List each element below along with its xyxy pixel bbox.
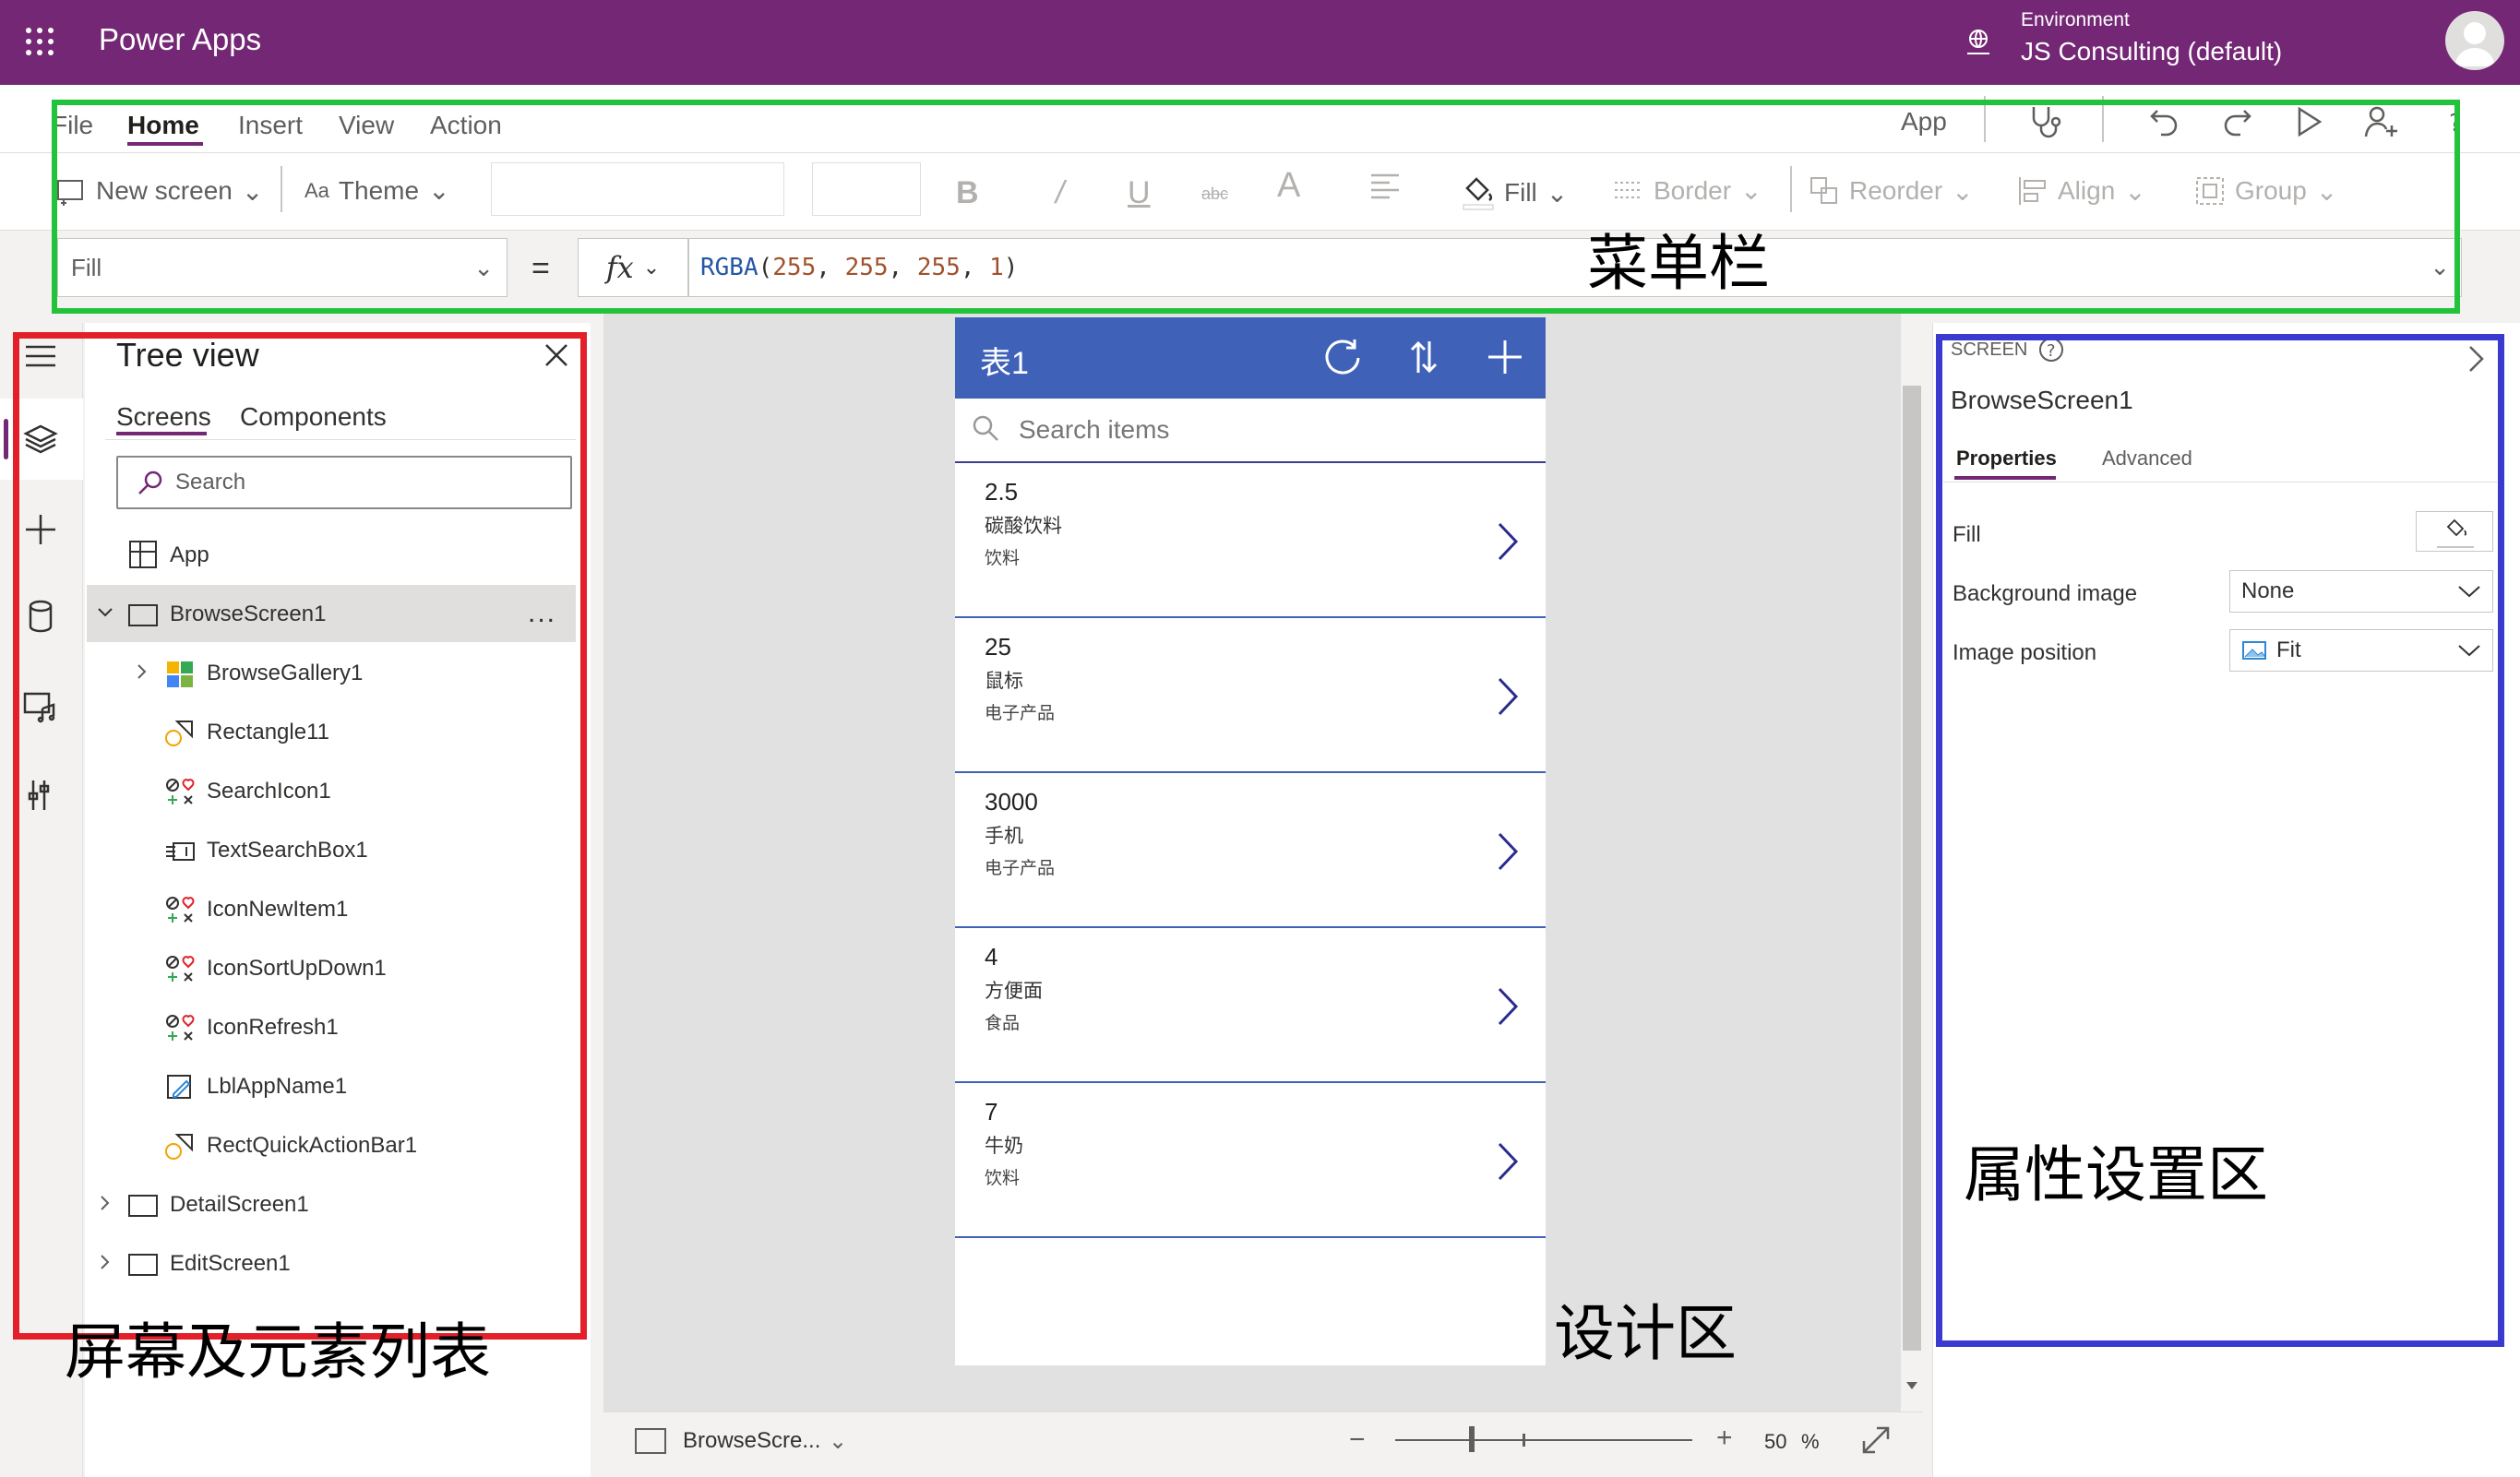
properties-area-annotation: 属性设置区 xyxy=(1964,1139,2268,1210)
zoom-in-icon[interactable]: + xyxy=(1716,1423,1733,1454)
chevron-right-icon[interactable] xyxy=(1494,828,1522,875)
tree-scrollbar[interactable] xyxy=(591,323,603,1477)
zoom-unit: % xyxy=(1801,1430,1820,1453)
gallery-item[interactable]: 2.5 碳酸饮料 饮料 xyxy=(955,463,1546,618)
gallery-item-title: 3000 xyxy=(985,788,1038,816)
gallery-item-subtitle: 方便面 xyxy=(985,981,1043,1002)
environment-name[interactable]: JS Consulting (default) xyxy=(2021,37,2282,66)
gallery-item[interactable]: 4 方便面 食品 xyxy=(955,928,1546,1083)
design-area-annotation: 设计区 xyxy=(1554,1298,1737,1369)
gallery-item-title: 4 xyxy=(985,943,998,971)
chevron-right-icon[interactable] xyxy=(1494,673,1522,720)
fit-to-window-icon[interactable] xyxy=(1860,1424,1892,1456)
chevron-right-icon[interactable] xyxy=(1494,1138,1522,1185)
chevron-right-icon[interactable] xyxy=(1494,983,1522,1030)
gallery-item[interactable]: 7 牛奶 饮料 xyxy=(955,1083,1546,1238)
search-icon xyxy=(971,413,1000,443)
zoom-level: 50 xyxy=(1764,1430,1787,1453)
zoom-out-icon[interactable]: − xyxy=(1349,1424,1366,1456)
zoom-slider-thumb[interactable] xyxy=(1469,1426,1475,1452)
rail-selected-indicator xyxy=(4,419,8,459)
search-placeholder: Search items xyxy=(1019,415,1170,444)
sort-up-down-icon[interactable] xyxy=(1403,336,1445,378)
scroll-down-icon[interactable] xyxy=(1905,1380,1919,1391)
screen-icon xyxy=(635,1428,666,1454)
user-avatar[interactable] xyxy=(2445,11,2504,70)
gallery-item-subtitle: 鼠标 xyxy=(985,671,1023,692)
canvas-scrollbar-thumb[interactable] xyxy=(1903,386,1921,1351)
current-screen-selector[interactable]: BrowseScre... xyxy=(683,1428,820,1454)
menu-bar-highlight xyxy=(52,100,2460,314)
element-list-annotation: 屏幕及元素列表 xyxy=(65,1316,491,1388)
chevron-right-icon[interactable] xyxy=(1494,518,1522,565)
gallery-item[interactable]: 3000 手机 电子产品 xyxy=(955,773,1546,928)
gallery-item-title: 7 xyxy=(985,1098,998,1126)
gallery-item-subtitle: 牛奶 xyxy=(985,1136,1023,1157)
chevron-down-icon[interactable]: ⌄ xyxy=(829,1428,847,1455)
zoom-slider[interactable] xyxy=(1395,1439,1692,1441)
zoom-slider-tick xyxy=(1523,1434,1525,1447)
menu-bar-annotation: 菜单栏 xyxy=(1587,228,1770,299)
phone-header-bar xyxy=(955,317,1546,399)
gallery-item-subtitle: 手机 xyxy=(985,826,1023,847)
gallery-item-body: 饮料 xyxy=(985,549,1021,568)
phone-app-title[interactable]: 表1 xyxy=(980,338,1029,383)
add-icon[interactable] xyxy=(1484,336,1526,378)
environment-icon[interactable] xyxy=(1962,26,1995,59)
gallery-item-title: 25 xyxy=(985,633,1011,661)
gallery-item-body: 饮料 xyxy=(985,1169,1021,1188)
gallery-item-subtitle: 碳酸饮料 xyxy=(985,516,1062,537)
gallery-item-body: 电子产品 xyxy=(985,704,1056,723)
element-list-highlight xyxy=(13,332,587,1340)
app-title[interactable]: Power Apps xyxy=(99,22,261,57)
refresh-icon[interactable] xyxy=(1321,336,1364,378)
gallery-item[interactable]: 25 鼠标 电子产品 xyxy=(955,618,1546,773)
app-launcher-icon[interactable] xyxy=(24,26,55,57)
gallery-item-body: 电子产品 xyxy=(985,859,1056,878)
gallery-item-title: 2.5 xyxy=(985,478,1019,506)
environment-label: Environment xyxy=(2021,9,2130,30)
gallery-item-body: 食品 xyxy=(985,1014,1021,1033)
